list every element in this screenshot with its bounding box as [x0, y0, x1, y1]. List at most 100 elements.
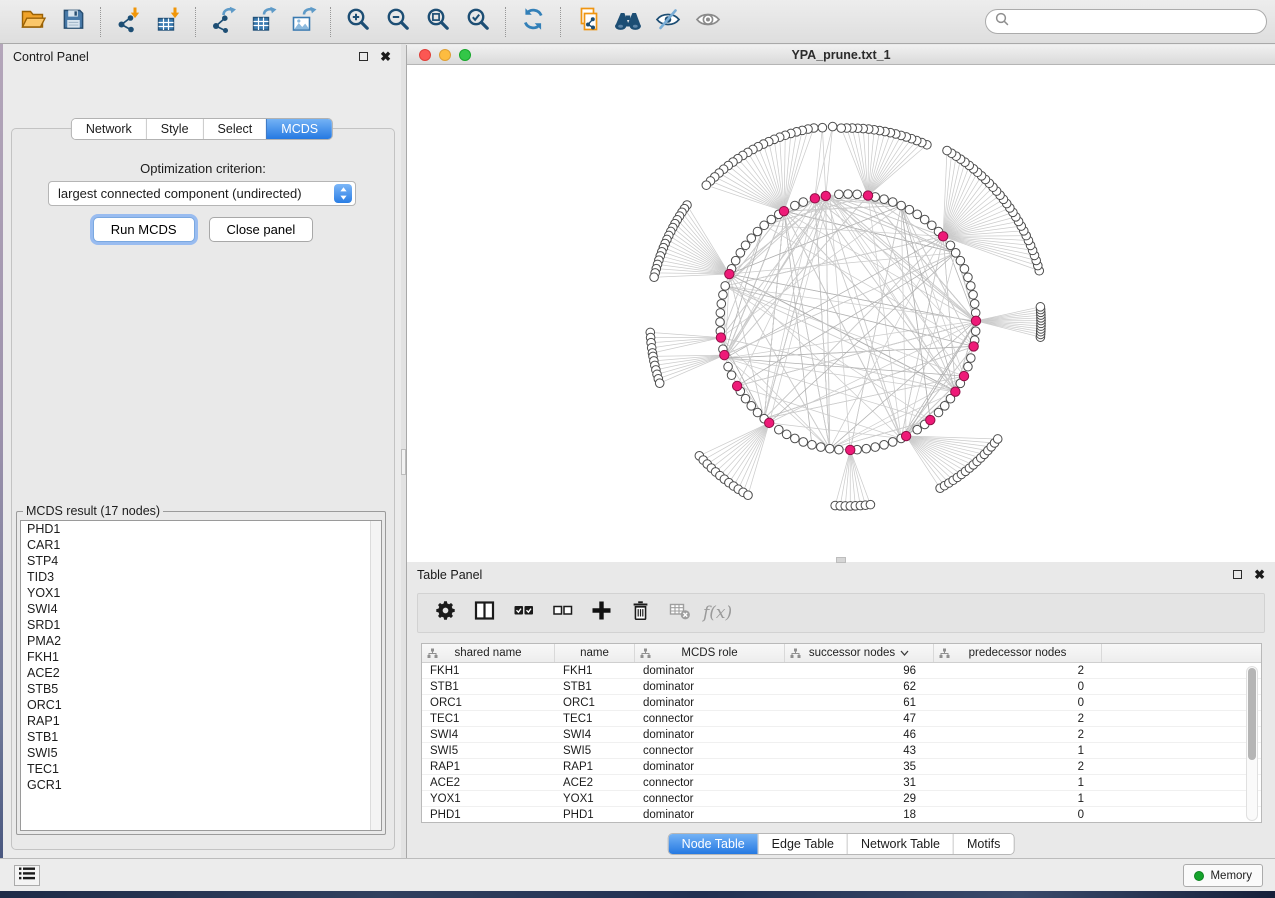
cell-shared-name[interactable]: PHD1: [422, 807, 555, 822]
network-node[interactable]: [741, 394, 750, 403]
mcds-result-item[interactable]: SRD1: [21, 617, 381, 633]
network-node[interactable]: [747, 234, 756, 243]
cell-predecessor-nodes[interactable]: 0: [934, 679, 1102, 694]
cell-successor-nodes[interactable]: 31: [785, 775, 934, 790]
cell-MCDS-role[interactable]: dominator: [635, 759, 785, 774]
tab-mcds[interactable]: MCDS: [266, 119, 332, 139]
table-row[interactable]: TEC1TEC1connector472: [422, 711, 1261, 727]
network-node[interactable]: [969, 290, 978, 299]
network-node[interactable]: [716, 318, 725, 327]
table-row[interactable]: ACE2ACE2connector311: [422, 775, 1261, 791]
columns-button[interactable]: [469, 598, 499, 628]
cell-shared-name[interactable]: YOX1: [422, 791, 555, 806]
network-node[interactable]: [791, 434, 800, 443]
tab-style[interactable]: Style: [146, 119, 203, 139]
mcds-result-item[interactable]: YOX1: [21, 585, 381, 601]
cell-MCDS-role[interactable]: connector: [635, 711, 785, 726]
float-panel-icon[interactable]: [359, 52, 368, 61]
network-node[interactable]: [747, 402, 756, 411]
network-node[interactable]: [940, 402, 949, 411]
network-node[interactable]: [967, 354, 976, 363]
mcds-result-item[interactable]: GCR1: [21, 777, 381, 793]
cell-name[interactable]: TEC1: [555, 711, 635, 726]
cell-predecessor-nodes[interactable]: 2: [934, 663, 1102, 678]
network-window-titlebar[interactable]: YPA_prune.txt_1: [407, 45, 1275, 65]
network-node[interactable]: [702, 181, 711, 190]
network-node[interactable]: [818, 123, 827, 132]
table-scrollbar-thumb[interactable]: [1248, 668, 1256, 760]
cell-predecessor-nodes[interactable]: 2: [934, 711, 1102, 726]
cell-MCDS-role[interactable]: dominator: [635, 663, 785, 678]
network-hub-node[interactable]: [951, 387, 960, 396]
network-hub-node[interactable]: [720, 350, 729, 359]
cell-successor-nodes[interactable]: 29: [785, 791, 934, 806]
mcds-result-item[interactable]: PHD1: [21, 521, 381, 537]
network-node[interactable]: [717, 299, 726, 308]
cell-name[interactable]: YOX1: [555, 791, 635, 806]
cell-name[interactable]: STB1: [555, 679, 635, 694]
clone-network-button[interactable]: [571, 5, 605, 39]
network-hub-node[interactable]: [810, 194, 819, 203]
network-node[interactable]: [862, 444, 871, 453]
mcds-result-item[interactable]: ORC1: [21, 697, 381, 713]
network-node[interactable]: [741, 241, 750, 250]
mcds-result-item[interactable]: ACE2: [21, 665, 381, 681]
delete-column-button[interactable]: [625, 598, 655, 628]
network-node[interactable]: [928, 221, 937, 230]
network-node[interactable]: [888, 198, 897, 207]
network-node[interactable]: [721, 282, 730, 291]
table-row[interactable]: PHD1PHD1dominator180: [422, 807, 1261, 823]
zoom-selected-button[interactable]: [461, 5, 495, 39]
table-row[interactable]: SWI5SWI5connector431: [422, 743, 1261, 759]
mcds-result-item[interactable]: CAR1: [21, 537, 381, 553]
cell-name[interactable]: ORC1: [555, 695, 635, 710]
zoom-fit-button[interactable]: [421, 5, 455, 39]
network-node[interactable]: [964, 273, 973, 282]
close-panel-icon[interactable]: ✖: [380, 50, 391, 63]
tab-network-table[interactable]: Network Table: [847, 834, 953, 854]
network-node[interactable]: [724, 362, 733, 371]
cell-name[interactable]: SWI4: [555, 727, 635, 742]
cell-MCDS-role[interactable]: connector: [635, 743, 785, 758]
network-node[interactable]: [888, 438, 897, 447]
tab-node-table[interactable]: Node Table: [669, 834, 758, 854]
mcds-result-item[interactable]: SWI4: [21, 601, 381, 617]
network-hub-node[interactable]: [764, 418, 773, 427]
network-node[interactable]: [782, 430, 791, 439]
network-node[interactable]: [719, 290, 728, 299]
refresh-button[interactable]: [516, 5, 550, 39]
network-node[interactable]: [967, 282, 976, 291]
network-canvas[interactable]: [407, 65, 1275, 562]
close-panel-button[interactable]: Close panel: [209, 217, 314, 242]
table-row[interactable]: STB1STB1dominator620: [422, 679, 1261, 695]
cell-MCDS-role[interactable]: dominator: [635, 679, 785, 694]
run-mcds-button[interactable]: Run MCDS: [93, 217, 195, 242]
cell-predecessor-nodes[interactable]: 2: [934, 759, 1102, 774]
column-header-name[interactable]: name: [555, 644, 635, 662]
add-column-button[interactable]: [586, 598, 616, 628]
network-node[interactable]: [816, 443, 825, 452]
network-node[interactable]: [760, 221, 769, 230]
network-node[interactable]: [753, 408, 762, 417]
mcds-result-item[interactable]: SWI5: [21, 745, 381, 761]
zoom-in-button[interactable]: [341, 5, 375, 39]
network-node[interactable]: [964, 362, 973, 371]
network-node[interactable]: [731, 256, 740, 265]
memory-button[interactable]: Memory: [1183, 864, 1263, 887]
cell-name[interactable]: RAP1: [555, 759, 635, 774]
table-row[interactable]: RAP1RAP1dominator352: [422, 759, 1261, 775]
cell-shared-name[interactable]: FKH1: [422, 663, 555, 678]
tab-edge-table[interactable]: Edge Table: [758, 834, 847, 854]
cell-shared-name[interactable]: RAP1: [422, 759, 555, 774]
mcds-result-item[interactable]: RAP1: [21, 713, 381, 729]
network-node[interactable]: [897, 201, 906, 210]
network-node[interactable]: [946, 241, 955, 250]
network-node[interactable]: [871, 443, 880, 452]
cell-MCDS-role[interactable]: dominator: [635, 727, 785, 742]
network-node[interactable]: [993, 435, 1002, 444]
network-node[interactable]: [866, 500, 875, 509]
network-hub-node[interactable]: [846, 445, 855, 454]
cell-predecessor-nodes[interactable]: 1: [934, 743, 1102, 758]
network-node[interactable]: [951, 248, 960, 257]
cell-MCDS-role[interactable]: connector: [635, 791, 785, 806]
